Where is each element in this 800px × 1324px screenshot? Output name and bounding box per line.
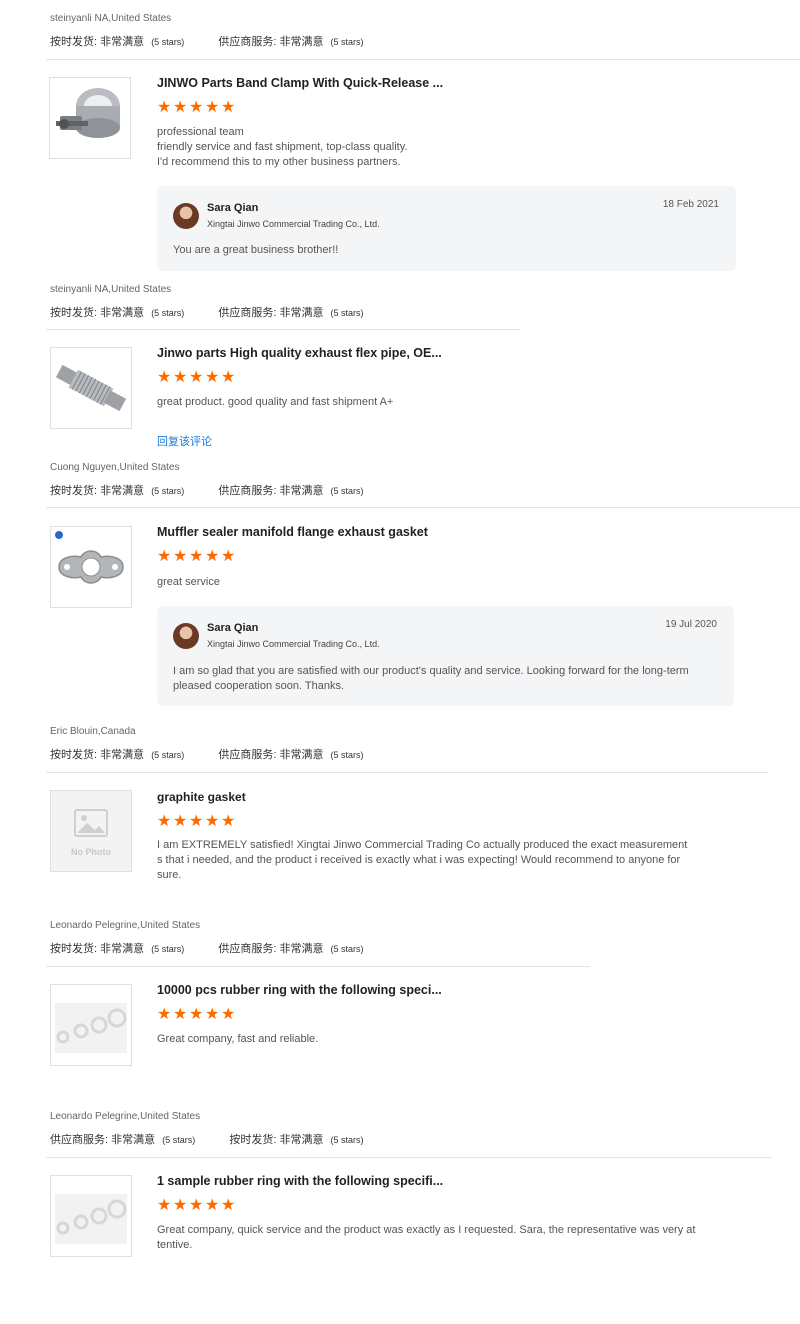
product-thumbnail[interactable]: No Photo	[50, 790, 132, 872]
reviewer-name: steinyanli NA,United States	[50, 13, 172, 24]
divider	[46, 59, 800, 60]
rubber-ring-image	[55, 1194, 127, 1244]
product-thumbnail[interactable]	[49, 77, 131, 159]
star-icon: ★	[205, 99, 220, 116]
band-clamp-image	[56, 88, 120, 138]
rating-stars: ★ ★ ★ ★ ★	[157, 99, 236, 116]
star-icon: ★	[189, 813, 204, 830]
product-thumbnail[interactable]	[50, 347, 132, 429]
product-title[interactable]: JINWO Parts Band Clamp With Quick-Releas…	[157, 76, 443, 90]
star-icon: ★	[221, 548, 236, 565]
rating-summary: 供应商服务: 非常满意 (5 stars) 按时发货: 非常满意 (5 star…	[50, 1134, 364, 1146]
rating-stars: ★ ★ ★ ★ ★	[157, 1006, 236, 1023]
review-text: I am EXTREMELY satisfied! Xingtai Jinwo …	[157, 839, 688, 881]
star-icon: ★	[189, 99, 204, 116]
reviewer-name: steinyanli NA,United States	[50, 284, 172, 295]
reviewer-name: Eric Blouin,Canada	[50, 726, 136, 737]
star-icon: ★	[157, 1006, 172, 1023]
rating-stars: ★ ★ ★ ★ ★	[157, 369, 236, 386]
rating-stars: ★ ★ ★ ★ ★	[157, 1197, 236, 1214]
product-thumbnail[interactable]	[50, 1175, 132, 1257]
star-icon: ★	[221, 369, 236, 386]
reviewer-name: Cuong Nguyen,United States	[50, 462, 180, 473]
reply-date: 19 Jul 2020	[665, 619, 717, 630]
product-title[interactable]: Jinwo parts High quality exhaust flex pi…	[157, 346, 442, 360]
star-icon: ★	[173, 1197, 188, 1214]
star-icon: ★	[205, 1006, 220, 1023]
star-icon: ★	[221, 813, 236, 830]
avatar	[173, 623, 199, 649]
star-icon: ★	[221, 99, 236, 116]
star-icon: ★	[157, 369, 172, 386]
star-icon: ★	[173, 1006, 188, 1023]
product-title[interactable]: Muffler sealer manifold flange exhaust g…	[157, 525, 428, 539]
rating-summary: 按时发货: 非常满意 (5 stars) 供应商服务: 非常满意 (5 star…	[50, 36, 364, 48]
reviewer-name: Leonardo Pelegrine,United States	[50, 920, 201, 931]
product-title[interactable]: 1 sample rubber ring with the following …	[157, 1174, 443, 1188]
star-icon: ★	[205, 548, 220, 565]
star-icon: ★	[189, 1197, 204, 1214]
divider	[46, 507, 800, 508]
star-icon: ★	[189, 369, 204, 386]
review-text: great product. good quality and fast shi…	[157, 396, 394, 408]
gasket-image	[55, 531, 124, 584]
star-icon: ★	[157, 1197, 172, 1214]
product-thumbnail[interactable]	[50, 526, 132, 608]
rating-summary: 按时发货: 非常满意 (5 stars) 供应商服务: 非常满意 (5 star…	[50, 943, 364, 955]
reply-to-review-link[interactable]: 回复该评论	[157, 433, 212, 449]
rating-stars: ★ ★ ★ ★ ★	[157, 813, 236, 830]
star-icon: ★	[221, 1006, 236, 1023]
no-photo-image	[74, 809, 108, 837]
flex-pipe-image	[55, 364, 127, 412]
review-text: Great company, fast and reliable.	[157, 1033, 319, 1045]
star-icon: ★	[173, 813, 188, 830]
rating-summary: 按时发货: 非常满意 (5 stars) 供应商服务: 非常满意 (5 star…	[50, 485, 364, 497]
rubber-ring-image	[55, 1003, 127, 1053]
rating-summary: 按时发货: 非常满意 (5 stars) 供应商服务: 非常满意 (5 star…	[50, 749, 364, 761]
star-icon: ★	[205, 369, 220, 386]
rating-stars: ★ ★ ★ ★ ★	[157, 548, 236, 565]
review-text: great service	[157, 576, 220, 588]
review-text: professional team friendly service and f…	[157, 126, 408, 168]
divider	[46, 329, 521, 330]
avatar	[173, 203, 199, 229]
reply-name: Sara Qian	[207, 622, 259, 634]
star-icon: ★	[173, 548, 188, 565]
star-icon: ★	[189, 548, 204, 565]
rating-summary: 按时发货: 非常满意 (5 stars) 供应商服务: 非常满意 (5 star…	[50, 307, 364, 319]
product-title[interactable]: graphite gasket	[157, 790, 246, 804]
star-icon: ★	[173, 369, 188, 386]
review-text: Great company, quick service and the pro…	[157, 1224, 696, 1251]
star-icon: ★	[205, 813, 220, 830]
no-photo-label: No Photo	[71, 847, 111, 857]
divider	[46, 966, 590, 967]
reply-text: I am so glad that you are satisfied with…	[173, 665, 689, 692]
star-icon: ★	[189, 1006, 204, 1023]
product-thumbnail[interactable]	[50, 984, 132, 1066]
star-icon: ★	[157, 813, 172, 830]
reply-name: Sara Qian	[207, 202, 259, 214]
star-icon: ★	[157, 99, 172, 116]
product-title[interactable]: 10000 pcs rubber ring with the following…	[157, 983, 442, 997]
reply-date: 18 Feb 2021	[662, 199, 719, 210]
reply-company: Xingtai Jinwo Commercial Trading Co., Lt…	[207, 639, 380, 649]
divider	[46, 772, 768, 773]
star-icon: ★	[173, 99, 188, 116]
supplier-reply: Sara Qian Xingtai Jinwo Commercial Tradi…	[157, 606, 734, 706]
star-icon: ★	[221, 1197, 236, 1214]
supplier-reply: Sara Qian Xingtai Jinwo Commercial Tradi…	[157, 186, 736, 271]
star-icon: ★	[157, 548, 172, 565]
divider	[46, 1157, 772, 1158]
reply-company: Xingtai Jinwo Commercial Trading Co., Lt…	[207, 219, 380, 229]
reply-text: You are a great business brother!!	[173, 244, 339, 256]
reviewer-name: Leonardo Pelegrine,United States	[50, 1111, 201, 1122]
star-icon: ★	[205, 1197, 220, 1214]
